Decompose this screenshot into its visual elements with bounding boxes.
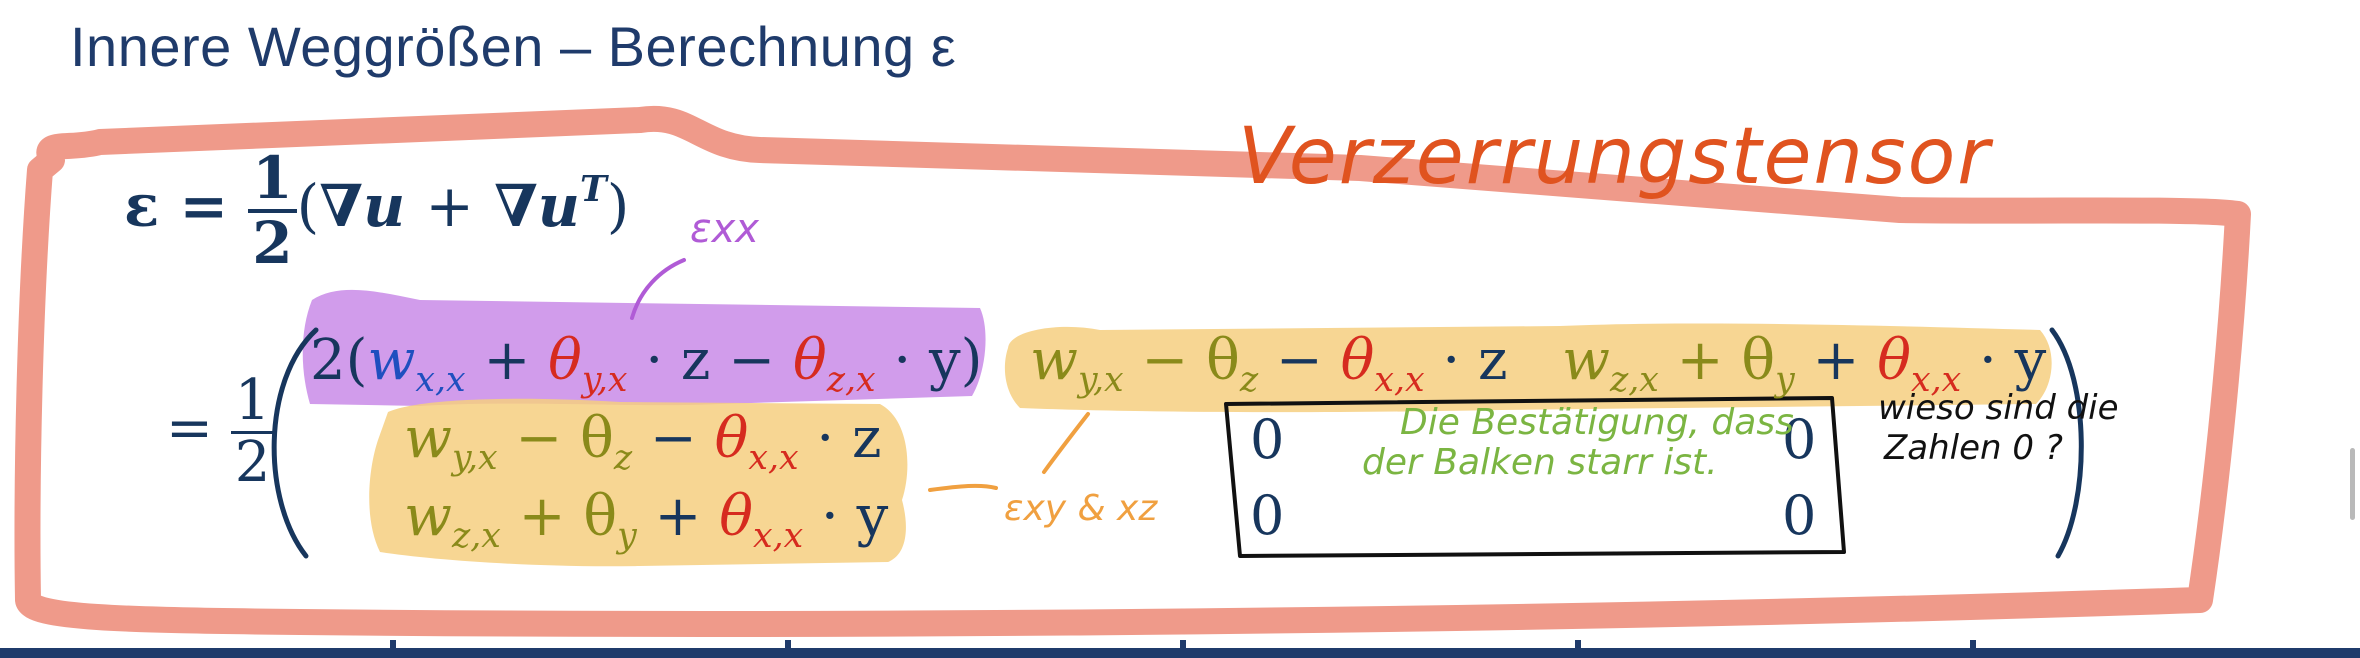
equation-line-2-prefix: = 1 2 bbox=[166, 371, 275, 495]
r1c1-dot-y: · y) bbox=[893, 328, 983, 393]
equation-line-1: ε = 1 2 (∇u + ∇uT) bbox=[124, 148, 629, 274]
r2c1-minus: − bbox=[649, 406, 697, 471]
matrix-row1-col1: 2(wx,x + θy,x · z − θz,x · y) bbox=[310, 328, 983, 400]
r3c1-w: w bbox=[404, 484, 452, 549]
r2c1-tail: · z bbox=[816, 406, 882, 471]
right-paren: ) bbox=[606, 171, 630, 240]
r1c3-plus-theta: + θ bbox=[1676, 328, 1776, 393]
note-bestaetigung-line1: Die Bestätigung, dass bbox=[1400, 402, 1794, 443]
fraction-denominator: 2 bbox=[252, 208, 293, 277]
r2c1-theta-sub: x,x bbox=[748, 438, 799, 479]
r2c1-w-sub: y,x bbox=[451, 438, 498, 479]
r1c1-plus: + bbox=[483, 328, 531, 393]
fraction-numerator: 1 bbox=[248, 148, 297, 213]
note-exy-xz: εxy & xz bbox=[1004, 488, 1158, 529]
r1c2-w: w bbox=[1030, 328, 1078, 393]
r2c1-theta-z-sub: z bbox=[613, 438, 633, 479]
r1c1-theta1: θ bbox=[548, 328, 582, 393]
r1c2-tail: · z bbox=[1442, 328, 1508, 393]
r3c1-tail: · y bbox=[821, 484, 889, 549]
note-question-line2: Zahlen 0 ? bbox=[1884, 428, 2063, 468]
r1c3-tail: · y bbox=[1979, 328, 2047, 393]
zero-entry-r2c2: 0 bbox=[1250, 408, 1285, 471]
footer-tick bbox=[390, 640, 396, 650]
matrix-row3-col1: wz,x + θy + θx,x · y bbox=[404, 484, 888, 556]
r1c1-w: w bbox=[367, 328, 416, 393]
nabla-u-base: ∇u bbox=[494, 171, 580, 240]
r1c1-prefix: 2( bbox=[310, 328, 368, 393]
zero-entry-r3c3: 0 bbox=[1782, 484, 1817, 547]
r1c2-theta-z-sub: z bbox=[1239, 360, 1259, 401]
footer-tick bbox=[1575, 640, 1581, 650]
footer-tick bbox=[1970, 640, 1976, 650]
r1c2-minus-theta: − θ bbox=[1141, 328, 1240, 393]
fraction-numerator-2: 1 bbox=[230, 371, 275, 434]
r1c3-theta: θ bbox=[1877, 328, 1911, 393]
r2c1-w: w bbox=[404, 406, 452, 471]
note-bestaetigung-line2: der Balken starr ist. bbox=[1362, 442, 1718, 483]
r3c1-plus-theta: + θ bbox=[518, 484, 618, 549]
transpose-mark: T bbox=[579, 167, 607, 210]
exy-leader-line-1 bbox=[928, 483, 998, 492]
note-verzerrungstensor: Verzerrungstensor bbox=[1238, 112, 1992, 202]
r3c1-theta: θ bbox=[719, 484, 753, 549]
r1c1-theta2-sub: z,x bbox=[826, 360, 876, 401]
left-paren: ( bbox=[296, 171, 320, 240]
matrix-row2-col1: wy,x − θz − θx,x · z bbox=[404, 406, 882, 478]
nabla-u: ∇u bbox=[319, 171, 406, 240]
r1c3-plus: + bbox=[1812, 328, 1860, 393]
vertical-scrollbar-thumb[interactable] bbox=[2350, 448, 2355, 520]
note-question-line1: wieso sind die bbox=[1878, 388, 2119, 428]
plus-sign: + bbox=[425, 171, 474, 240]
r1c1-theta2: θ bbox=[792, 328, 827, 393]
r3c1-plus: + bbox=[654, 484, 702, 549]
r1c3-w-sub: z,x bbox=[1609, 360, 1659, 401]
matrix-row1-col2: wy,x − θz − θx,x · z bbox=[1030, 328, 1508, 400]
r1c2-w-sub: y,x bbox=[1077, 360, 1124, 401]
equals-sign: = bbox=[179, 171, 229, 240]
fraction-denominator-2: 2 bbox=[234, 429, 271, 495]
r3c1-w-sub: z,x bbox=[451, 516, 501, 557]
footer-tick bbox=[1180, 640, 1186, 650]
r2c1-theta: θ bbox=[714, 406, 749, 471]
r1c2-theta-sub: x,x bbox=[1374, 360, 1425, 401]
r1c3-w: w bbox=[1562, 328, 1610, 393]
half-fraction: 1 2 bbox=[248, 148, 297, 277]
equals-sign-2: = bbox=[166, 395, 213, 461]
footer-tick bbox=[785, 640, 791, 650]
r1c1-theta1-sub: y,x bbox=[581, 360, 628, 401]
r3c1-theta-y-sub: y bbox=[617, 516, 637, 557]
exy-leader-line-2 bbox=[1042, 412, 1090, 474]
epsilon-symbol: ε bbox=[124, 171, 160, 240]
nabla-u-transposed: ∇uT bbox=[494, 168, 607, 240]
r2c1-minus-theta: − θ bbox=[515, 406, 614, 471]
note-exx: εxx bbox=[690, 206, 759, 252]
r1c2-minus: − bbox=[1275, 328, 1323, 393]
r1c3-theta-y-sub: y bbox=[1775, 360, 1795, 401]
zero-entry-r3c2: 0 bbox=[1250, 484, 1285, 547]
r1c1-dot-z: · z − bbox=[645, 328, 776, 393]
r3c1-theta-sub: x,x bbox=[753, 516, 804, 557]
r1c2-theta: θ bbox=[1340, 328, 1375, 393]
r1c1-w-sub: x,x bbox=[415, 360, 466, 401]
half-fraction-2: 1 2 bbox=[230, 371, 275, 495]
